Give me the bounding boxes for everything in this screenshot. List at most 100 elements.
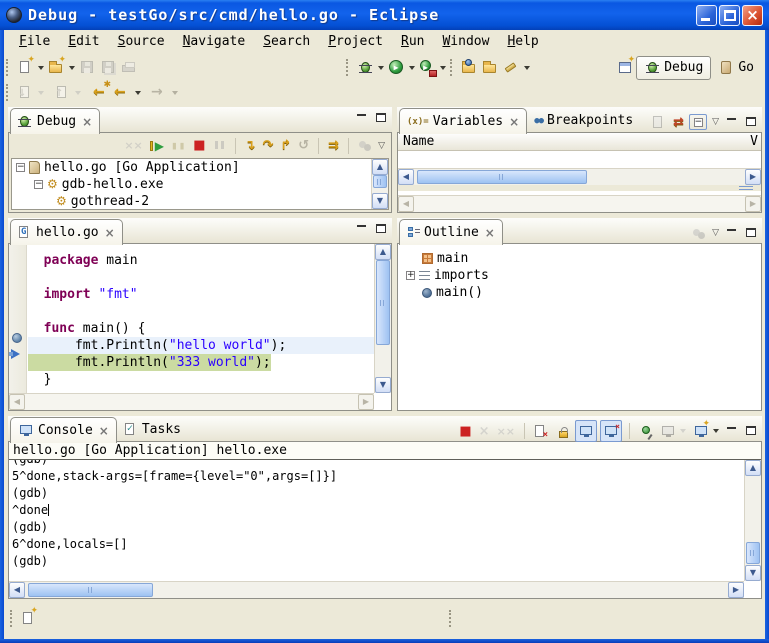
tab-outline[interactable]: Outline × [399, 219, 503, 245]
step-return-button[interactable]: ↱ [278, 135, 293, 157]
suspend-button[interactable]: ▮▮ [169, 135, 188, 157]
debug-vscrollbar-thumb[interactable] [373, 175, 387, 188]
toolbar-grip[interactable] [450, 59, 454, 76]
tab-variables[interactable]: (x)= Variables × [399, 108, 527, 134]
editor-hscrollbar[interactable]: ◀ ▶ [9, 393, 374, 410]
back-button[interactable]: ← [112, 82, 143, 104]
resume-button[interactable]: ▶ [148, 135, 166, 157]
menu-project[interactable]: Project [319, 32, 392, 51]
open-console-button[interactable]: ✦ [691, 420, 721, 442]
previous-annotation-button[interactable]: ↑ [52, 82, 83, 104]
expand-expander-icon[interactable]: + [406, 271, 415, 280]
editor-gutter[interactable] [9, 244, 27, 393]
remove-terminated-button[interactable]: ×× [122, 135, 144, 157]
scroll-down-icon[interactable]: ▼ [375, 377, 391, 393]
tab-debug-close-icon[interactable]: × [80, 116, 92, 128]
clear-console-button[interactable]: × [532, 420, 550, 442]
debug-view-maximize-button[interactable] [373, 111, 389, 125]
tab-outline-close-icon[interactable]: × [483, 227, 495, 239]
scroll-left-icon[interactable]: ◀ [9, 582, 25, 598]
variables-hscrollbar[interactable]: ◀ ▶ [398, 168, 761, 185]
step-into-button[interactable]: ↴ [243, 135, 258, 157]
remove-launch-button[interactable]: × [477, 420, 492, 442]
statusbar-grip[interactable] [449, 610, 453, 627]
menu-window[interactable]: Window [433, 32, 498, 51]
menu-source[interactable]: Source [109, 32, 174, 51]
menu-help[interactable]: Help [498, 32, 547, 51]
tab-tasks[interactable]: ✓ Tasks [117, 417, 188, 442]
tab-hello-go[interactable]: G hello.go × [10, 219, 123, 245]
menu-edit[interactable]: Edit [59, 32, 108, 51]
scroll-up-icon[interactable]: ▲ [745, 460, 761, 476]
scroll-right-icon[interactable]: ▶ [728, 582, 744, 598]
debug-vscrollbar[interactable]: ▲ ▼ [371, 159, 388, 209]
show-stderr-button[interactable]: × [600, 420, 622, 442]
remove-all-terminated-button[interactable]: ×× [495, 420, 517, 442]
console-minimize-button[interactable] [724, 424, 740, 438]
breakpoint-marker-icon[interactable] [12, 333, 22, 343]
menu-file[interactable]: File [10, 32, 59, 51]
collapse-expander-icon[interactable]: − [34, 180, 43, 189]
editor-maximize-button[interactable] [373, 222, 389, 236]
run-button[interactable] [386, 57, 417, 79]
outline-item-main-func[interactable]: main() [398, 284, 761, 301]
open-resource-button[interactable] [480, 57, 501, 79]
fast-view-button[interactable]: ✦ [20, 610, 37, 627]
open-perspective-button[interactable]: ✦ [615, 57, 636, 79]
console-terminate-button[interactable]: ■ [457, 420, 473, 442]
scroll-left-icon[interactable]: ◀ [398, 169, 414, 185]
tab-console-close-icon[interactable]: × [97, 425, 109, 437]
scroll-down-icon[interactable]: ▼ [745, 565, 761, 581]
collapse-expander-icon[interactable]: − [16, 163, 25, 172]
close-window-button[interactable]: × [742, 5, 763, 26]
outline-item-package[interactable]: main [398, 250, 761, 267]
new-wizard-button[interactable]: ✦ [15, 57, 46, 79]
drop-to-frame-button[interactable]: ↺ [296, 135, 311, 157]
perspective-debug-button[interactable]: Debug [636, 56, 711, 80]
console-hscrollbar[interactable]: ◀ ▶ [9, 581, 744, 598]
terminate-button[interactable]: ■ [191, 135, 207, 157]
show-stdout-button[interactable] [575, 420, 597, 442]
scroll-down-icon[interactable]: ▼ [372, 193, 388, 209]
disconnect-button[interactable] [211, 135, 228, 157]
console-hscrollbar-thumb[interactable] [28, 583, 153, 597]
show-type-names-button[interactable] [650, 111, 668, 133]
console-output-area[interactable]: (gdb) 5^done,stack-args=[frame={level="0… [9, 459, 761, 598]
toolbar-grip[interactable] [346, 59, 350, 76]
tab-variables-close-icon[interactable]: × [507, 116, 519, 128]
console-vscrollbar[interactable]: ▲ ▼ [744, 460, 761, 581]
display-selected-console-button[interactable] [658, 420, 688, 442]
toolbar-grip[interactable] [6, 84, 10, 101]
forward-button[interactable]: → [149, 82, 180, 104]
outline-view-menu-button[interactable]: ▽ [710, 222, 721, 244]
variables-hscrollbar-thumb[interactable] [417, 170, 587, 184]
titlebar[interactable]: Debug - testGo/src/cmd/hello.go - Eclips… [0, 0, 769, 30]
menu-navigate[interactable]: Navigate [174, 32, 255, 51]
console-vscrollbar-thumb[interactable] [746, 542, 760, 564]
save-button[interactable] [77, 57, 98, 79]
variables-view-minimize-button[interactable] [724, 115, 740, 129]
tab-breakpoints[interactable]: ●● Breakpoints [527, 108, 640, 133]
maximize-window-button[interactable] [719, 5, 740, 26]
scroll-lock-button[interactable] [553, 420, 572, 442]
print-button[interactable] [119, 57, 140, 79]
next-annotation-button[interactable]: ↓ [15, 82, 46, 104]
menu-search[interactable]: Search [254, 32, 319, 51]
column-header-name[interactable]: Name [398, 134, 434, 149]
search-button[interactable] [501, 57, 532, 79]
link-with-editor-button[interactable] [690, 222, 707, 244]
console-text[interactable]: (gdb) 5^done,stack-args=[frame={level="0… [12, 460, 744, 581]
external-tools-button[interactable] [417, 57, 448, 79]
toolbar-grip[interactable] [6, 59, 10, 76]
save-all-button[interactable] [98, 57, 119, 79]
debug-view-minimize-button[interactable] [354, 111, 370, 125]
editor-vscrollbar-thumb[interactable] [376, 260, 390, 345]
statusbar-grip[interactable] [10, 610, 14, 627]
step-over-button[interactable]: ↷ [260, 135, 275, 157]
tab-console[interactable]: Console × [10, 417, 117, 443]
scroll-up-icon[interactable]: ▲ [372, 159, 388, 175]
pin-console-button[interactable] [637, 420, 655, 442]
scroll-up-icon[interactable]: ▲ [375, 244, 391, 260]
debug-tree-row-thread[interactable]: ⚙ gothread-2 [12, 193, 388, 210]
debug-button[interactable] [355, 57, 386, 79]
